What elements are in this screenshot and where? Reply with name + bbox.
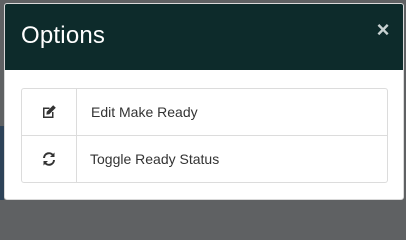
modal-header: Options × [5, 4, 403, 70]
option-edit-make-ready[interactable]: Edit Make Ready [22, 89, 387, 135]
close-icon: × [376, 17, 390, 42]
options-modal: Options × Edit Make Ready Toggle Ready S… [4, 3, 404, 200]
modal-title: Options [21, 22, 106, 49]
refresh-icon [41, 151, 57, 167]
option-label: Edit Make Ready [91, 104, 198, 120]
close-button[interactable]: × [373, 17, 393, 42]
edit-icon [41, 104, 57, 120]
option-label: Toggle Ready Status [90, 151, 220, 167]
options-list: Edit Make Ready Toggle Ready Status [21, 88, 388, 183]
option-icon-cell [22, 89, 77, 135]
option-icon-cell [22, 136, 77, 182]
option-toggle-ready-status[interactable]: Toggle Ready Status [22, 135, 387, 182]
